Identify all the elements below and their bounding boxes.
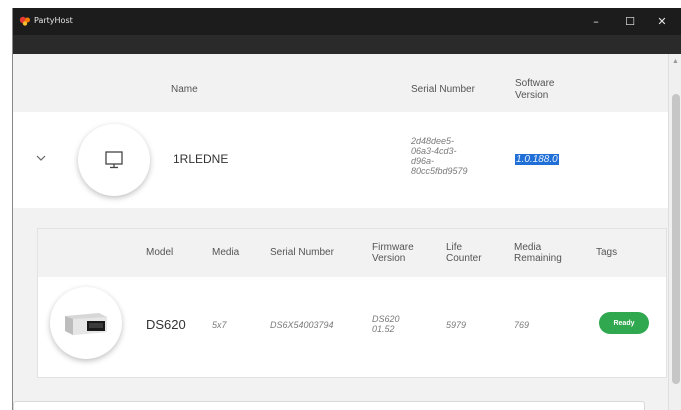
header-model: Model bbox=[146, 247, 174, 258]
toolbar-strip bbox=[13, 35, 681, 54]
title-bar[interactable]: PartyHost – ☐ ✕ bbox=[13, 8, 681, 35]
printer-table: Model Media Serial Number Firmware Versi… bbox=[37, 228, 667, 378]
next-host-card[interactable] bbox=[13, 401, 645, 410]
host-serial-line: d96a- bbox=[411, 156, 435, 166]
scroll-thumb[interactable] bbox=[672, 94, 680, 384]
host-avatar bbox=[78, 124, 150, 196]
host-serial-line: 2d48dee5- bbox=[411, 136, 455, 146]
party-logo-icon bbox=[19, 16, 30, 26]
window-title: PartyHost bbox=[34, 16, 73, 25]
header-tags: Tags bbox=[596, 247, 618, 258]
header-serial-number: Serial Number bbox=[411, 84, 475, 95]
minimize-button[interactable]: – bbox=[585, 11, 607, 31]
scroll-up-icon[interactable]: ▲ bbox=[672, 58, 679, 65]
header-software-version-line1: Software bbox=[515, 78, 555, 89]
header-media-rem-line2: Remaining bbox=[514, 253, 562, 264]
header-firmware-version: Firmware Version bbox=[372, 242, 414, 264]
printer-media-remaining: 769 bbox=[514, 320, 530, 330]
vertical-scrollbar[interactable]: ▲ bbox=[668, 54, 681, 410]
host-software-version[interactable]: 1.0.188.0 bbox=[515, 154, 559, 165]
chevron-down-icon[interactable] bbox=[35, 152, 47, 164]
printer-model: DS620 bbox=[146, 317, 186, 332]
host-serial-number: 2d48dee5- 06a3-4cd3- d96a- 80cc5fbd9579 bbox=[411, 136, 489, 176]
header-media-rem-line1: Media bbox=[514, 242, 542, 253]
main-content: Name Serial Number Software Version 1RLE… bbox=[13, 54, 668, 410]
monitor-icon bbox=[105, 151, 123, 169]
printer-life-counter: 5979 bbox=[446, 320, 467, 330]
host-table-header: Name Serial Number Software Version bbox=[13, 54, 668, 112]
header-media: Media bbox=[212, 247, 240, 258]
status-badge-ready: Ready bbox=[599, 312, 649, 334]
header-media-remaining: Media Remaining bbox=[514, 242, 562, 264]
printer-media: 5x7 bbox=[212, 320, 227, 330]
header-firmware-line2: Version bbox=[372, 253, 406, 264]
header-life-line1: Life bbox=[446, 242, 463, 253]
header-software-version: Software Version bbox=[515, 78, 554, 102]
printer-firmware-version: DS620 01.52 bbox=[372, 314, 400, 334]
printer-row[interactable]: DS620 5x7 DS6X54003794 DS620 01.52 5979 … bbox=[38, 277, 666, 377]
printer-firmware-line1: DS620 bbox=[372, 314, 400, 324]
printer-firmware-line2: 01.52 bbox=[372, 324, 395, 334]
header-serial-number: Serial Number bbox=[270, 247, 334, 258]
printer-table-header: Model Media Serial Number Firmware Versi… bbox=[38, 229, 666, 277]
printer-icon bbox=[65, 313, 107, 335]
host-serial-line: 06a3-4cd3- bbox=[411, 146, 457, 156]
maximize-button[interactable]: ☐ bbox=[619, 11, 641, 31]
host-serial-line: 80cc5fbd9579 bbox=[411, 166, 468, 176]
header-life-counter: Life Counter bbox=[446, 242, 482, 264]
header-name: Name bbox=[171, 84, 198, 95]
close-button[interactable]: ✕ bbox=[651, 11, 673, 31]
header-life-line2: Counter bbox=[446, 253, 482, 264]
header-software-version-line2: Version bbox=[515, 90, 549, 101]
printer-serial-number: DS6X54003794 bbox=[270, 320, 334, 330]
host-row[interactable]: 1RLEDNE 2d48dee5- 06a3-4cd3- d96a- 80cc5… bbox=[13, 112, 668, 208]
printer-avatar bbox=[50, 287, 122, 359]
host-name: 1RLEDNE bbox=[173, 152, 229, 166]
app-window: PartyHost – ☐ ✕ Name Serial Number Softw… bbox=[12, 8, 681, 410]
header-firmware-line1: Firmware bbox=[372, 242, 414, 253]
